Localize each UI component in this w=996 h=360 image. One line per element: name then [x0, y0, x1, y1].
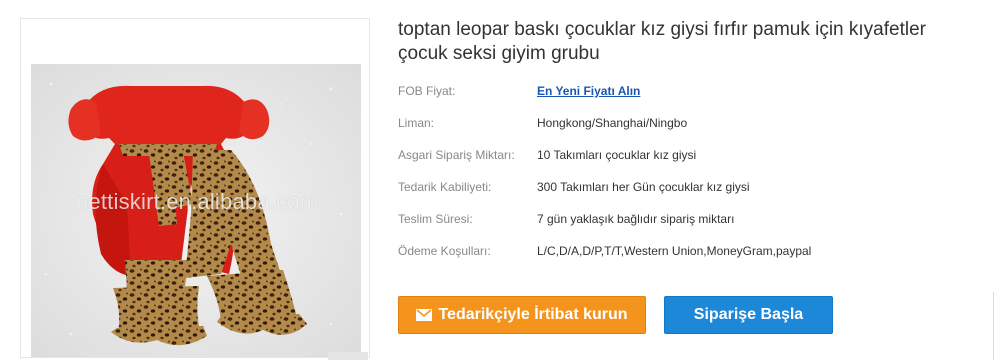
- detail-row-fob-price: FOB Fiyat: En Yeni Fiyatı Alın: [398, 84, 958, 116]
- latest-price-link[interactable]: En Yeni Fiyatı Alın: [537, 84, 640, 98]
- envelope-icon: [416, 309, 433, 321]
- detail-row-min-order: Asgari Sipariş Miktarı: 10 Takımları çoc…: [398, 148, 958, 180]
- detail-value: L/C,D/A,D/P,T/T,Western Union,MoneyGram,…: [537, 244, 812, 258]
- detail-row-port: Liman: Hongkong/Shanghai/Ningbo: [398, 116, 958, 148]
- start-order-button[interactable]: Siparişe Başla: [664, 296, 833, 334]
- product-title: toptan leopar baskı çocuklar kız giysi f…: [398, 19, 926, 64]
- product-image-panel[interactable]: pettiskirt.en.alibaba.com: [20, 18, 370, 358]
- divider: [993, 292, 994, 360]
- detail-row-supply-ability: Tedarik Kabiliyeti: 300 Takımları her Gü…: [398, 180, 958, 212]
- contact-supplier-button[interactable]: Tedarikçiyle İrtibat kurun: [398, 296, 646, 334]
- product-details: FOB Fiyat: En Yeni Fiyatı Alın Liman: Ho…: [398, 84, 958, 276]
- detail-label: FOB Fiyat:: [398, 84, 456, 98]
- detail-value: Hongkong/Shanghai/Ningbo: [537, 116, 688, 130]
- detail-row-payment-terms: Ödeme Koşulları: L/C,D/A,D/P,T/T,Western…: [398, 244, 958, 276]
- image-watermark: pettiskirt.en.alibaba.com: [76, 189, 319, 214]
- detail-row-delivery-time: Teslim Süresi: 7 gün yaklaşık bağlıdır s…: [398, 212, 958, 244]
- start-order-label: Siparişe Başla: [693, 306, 804, 323]
- product-info: toptan leopar baskı çocuklar kız giysi f…: [398, 18, 978, 258]
- detail-label: Teslim Süresi:: [398, 212, 473, 226]
- detail-label: Asgari Sipariş Miktarı:: [398, 148, 515, 162]
- image-scroll-tab[interactable]: [328, 352, 368, 360]
- detail-value: 10 Takımları çocuklar kız giysi: [537, 148, 697, 162]
- detail-value: 300 Takımları her Gün çocuklar kız giysi: [537, 180, 750, 194]
- detail-label: Tedarik Kabiliyeti:: [398, 180, 492, 194]
- detail-value: 7 gün yaklaşık bağlıdır sipariş miktarı: [537, 212, 735, 226]
- detail-label: Liman:: [398, 116, 435, 130]
- contact-supplier-label: Tedarikçiyle İrtibat kurun: [438, 306, 628, 323]
- detail-label: Ödeme Koşulları:: [398, 244, 491, 258]
